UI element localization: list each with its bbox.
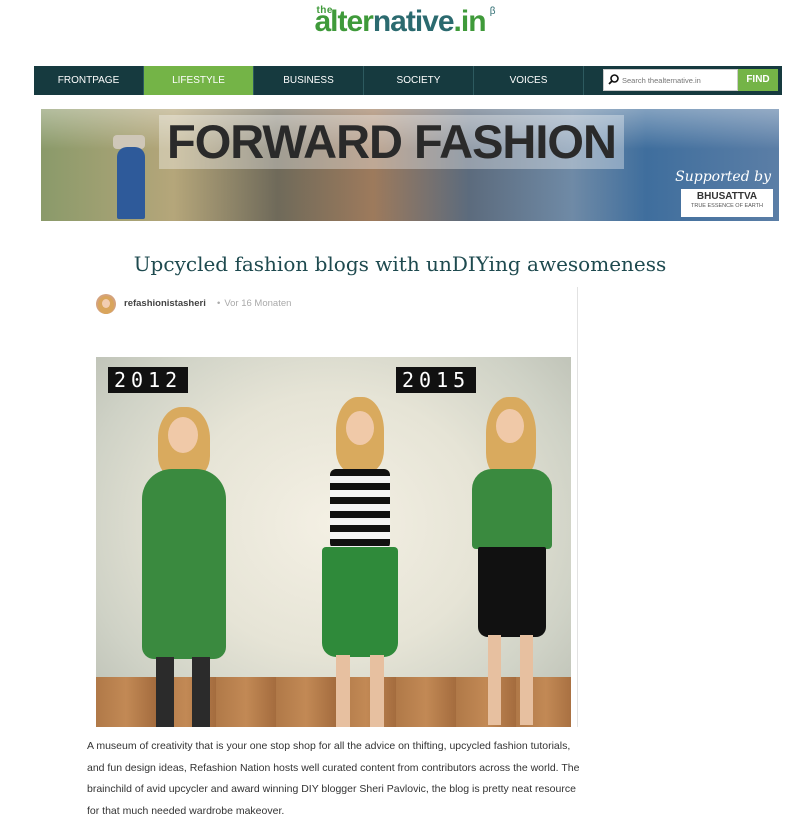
forward-fashion-banner[interactable]: FORWARD FASHION Supported by BHUSATTVA T… [41, 109, 779, 221]
nav-item-frontpage[interactable]: FRONTPAGE [34, 66, 144, 95]
logo-beta-mark: β [489, 6, 496, 17]
woman-striped-top [296, 397, 416, 727]
avatar-face [102, 299, 110, 308]
sponsor-name: BHUSATTVA [696, 191, 758, 202]
logo-wordmark: alternative.in [314, 5, 486, 38]
nav-item-voices[interactable]: VOICES [474, 66, 584, 95]
search-input[interactable] [622, 70, 734, 90]
site-logo[interactable]: the alternative.in β [0, 0, 800, 48]
sponsor-logo: BHUSATTVA TRUE ESSENCE OF EARTH [681, 189, 773, 217]
year-label-2012: 2012 [108, 367, 189, 393]
year-label-2015: 2015 [396, 367, 477, 393]
article-headline: Upcycled fashion blogs with unDIYing awe… [133, 252, 667, 276]
post-username[interactable]: refashionistasheri [124, 298, 206, 309]
find-button[interactable]: FIND [738, 69, 778, 91]
banner-supported-by: Supported by [675, 169, 771, 185]
search-icon [608, 74, 619, 85]
banner-person-figure [117, 147, 145, 219]
post-photo[interactable]: 2012 2015 [96, 357, 571, 727]
banner-title: FORWARD FASHION [159, 115, 624, 169]
avatar[interactable] [96, 294, 116, 314]
woman-green-dress [116, 407, 246, 727]
search-form: FIND [603, 69, 778, 91]
nav-item-society[interactable]: SOCIETY [364, 66, 474, 95]
timestamp-separator: • [217, 298, 221, 309]
nav-item-business[interactable]: BUSINESS [254, 66, 364, 95]
sponsor-tagline: TRUE ESSENCE OF EARTH [690, 203, 764, 209]
logo-prefix: the [316, 5, 333, 16]
post-timestamp: • Vor 16 Monaten [213, 298, 291, 309]
timestamp-text: Vor 16 Monaten [224, 298, 292, 309]
nav-item-lifestyle[interactable]: LIFESTYLE [144, 66, 254, 95]
article-description: A museum of creativity that is your one … [87, 740, 580, 817]
main-nav: FRONTPAGE LIFESTYLE BUSINESS SOCIETY VOI… [34, 66, 782, 95]
search-box[interactable] [603, 69, 738, 91]
woman-green-black-dress [456, 397, 566, 727]
